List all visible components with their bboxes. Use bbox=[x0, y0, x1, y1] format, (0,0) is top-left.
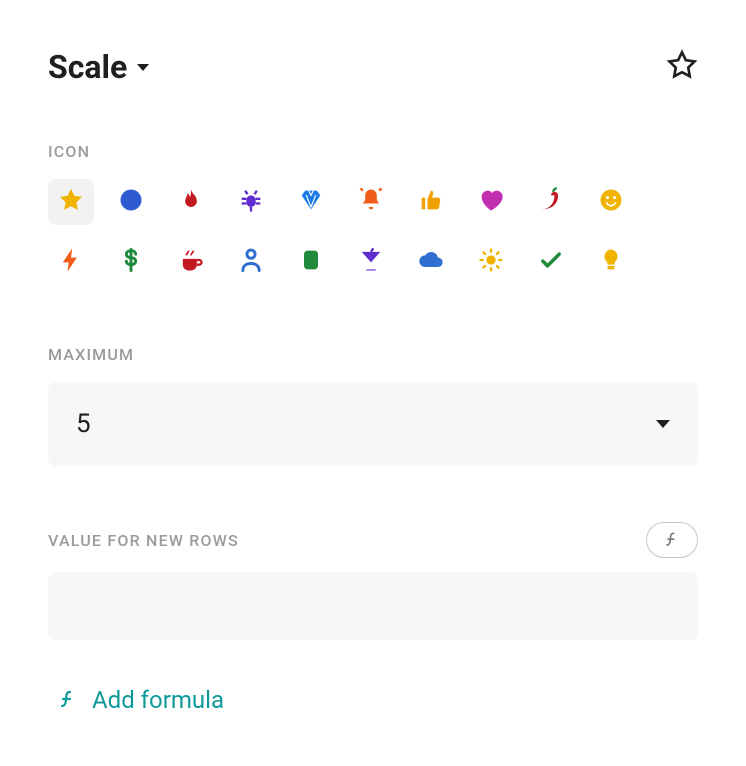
maximum-select[interactable]: 5 bbox=[48, 382, 698, 466]
caret-down-icon bbox=[137, 64, 149, 71]
bell-icon bbox=[357, 186, 385, 218]
icon-option-sun[interactable] bbox=[468, 239, 514, 285]
icon-grid bbox=[48, 179, 698, 285]
circle-icon bbox=[117, 186, 145, 218]
person-icon bbox=[237, 246, 265, 278]
add-formula-label: Add formula bbox=[92, 686, 224, 714]
sun-icon bbox=[477, 246, 505, 278]
bolt-icon bbox=[57, 246, 85, 278]
icon-option-star[interactable] bbox=[48, 179, 94, 225]
icon-option-cloud[interactable] bbox=[408, 239, 454, 285]
cocktail-icon bbox=[357, 246, 385, 278]
formula-toggle-button[interactable] bbox=[646, 522, 698, 558]
icon-section-label: Icon bbox=[48, 142, 698, 161]
bug-icon bbox=[237, 186, 265, 218]
fire-icon bbox=[177, 186, 205, 218]
icon-option-person[interactable] bbox=[228, 239, 274, 285]
coffee-icon bbox=[177, 246, 205, 278]
caret-down-icon bbox=[656, 420, 670, 428]
diamond-icon bbox=[297, 186, 325, 218]
icon-option-chili[interactable] bbox=[528, 179, 574, 225]
check-icon bbox=[537, 246, 565, 278]
cloud-icon bbox=[417, 246, 445, 278]
bulb-icon bbox=[597, 246, 625, 278]
icon-option-bulb[interactable] bbox=[588, 239, 634, 285]
icon-option-bell[interactable] bbox=[348, 179, 394, 225]
icon-option-coffee[interactable] bbox=[168, 239, 214, 285]
icon-option-diamond[interactable] bbox=[288, 179, 334, 225]
heart-icon bbox=[477, 186, 505, 218]
icon-option-cocktail[interactable] bbox=[348, 239, 394, 285]
icon-option-card[interactable] bbox=[288, 239, 334, 285]
dollar-icon bbox=[117, 246, 145, 278]
chili-icon bbox=[537, 186, 565, 218]
maximum-value: 5 bbox=[76, 409, 91, 439]
icon-option-dollar[interactable] bbox=[108, 239, 154, 285]
star-outline-icon[interactable] bbox=[666, 49, 698, 85]
icon-option-smile[interactable] bbox=[588, 179, 634, 225]
value-for-new-rows-label: Value for new rows bbox=[48, 531, 239, 550]
icon-option-thumbs-up[interactable] bbox=[408, 179, 454, 225]
card-icon bbox=[297, 246, 325, 278]
column-type-title: Scale bbox=[48, 48, 127, 86]
icon-option-check[interactable] bbox=[528, 239, 574, 285]
icon-option-circle[interactable] bbox=[108, 179, 154, 225]
icon-option-heart[interactable] bbox=[468, 179, 514, 225]
icon-option-fire[interactable] bbox=[168, 179, 214, 225]
add-formula-button[interactable]: Add formula bbox=[48, 680, 698, 720]
icon-option-bug[interactable] bbox=[228, 179, 274, 225]
thumbs-up-icon bbox=[417, 186, 445, 218]
smile-icon bbox=[597, 186, 625, 218]
column-type-dropdown[interactable]: Scale bbox=[48, 48, 149, 86]
maximum-label: Maximum bbox=[48, 345, 698, 364]
icon-option-bolt[interactable] bbox=[48, 239, 94, 285]
star-icon bbox=[57, 186, 85, 218]
value-for-new-rows-input[interactable] bbox=[48, 572, 698, 640]
